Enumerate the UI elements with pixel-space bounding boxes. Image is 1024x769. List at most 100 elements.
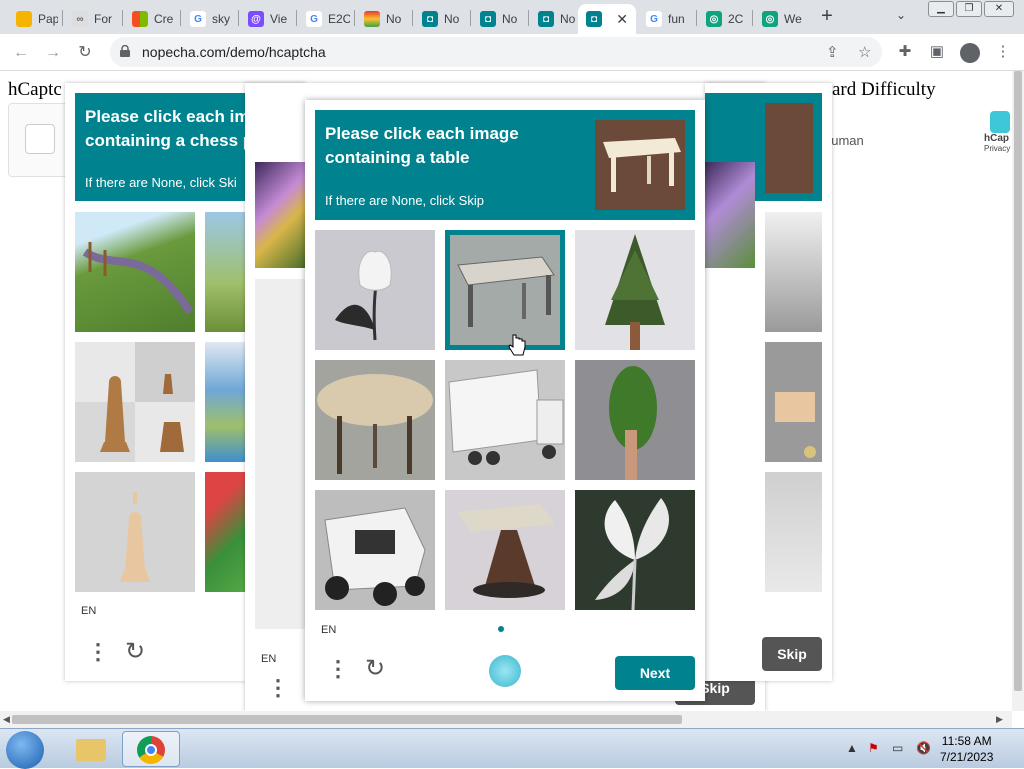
tab-label: We: [784, 12, 802, 26]
scroll-left-icon[interactable]: ◀: [3, 714, 10, 725]
privacy-link[interactable]: Privacy: [984, 144, 1010, 153]
tulip-shape: [335, 250, 392, 341]
browser-tab[interactable]: G fun: [638, 4, 692, 34]
table-shape: [457, 504, 555, 598]
grid-image-truck[interactable]: [315, 490, 435, 610]
browser-tab[interactable]: ◘ No: [530, 4, 578, 34]
more-options-icon[interactable]: ⋮: [267, 675, 289, 701]
tab-label: Cre: [154, 12, 174, 26]
browser-tab[interactable]: @ Vie: [240, 4, 292, 34]
image-bed[interactable]: [765, 342, 822, 462]
grid-image-table-selected[interactable]: [445, 230, 565, 350]
vertical-scrollbar[interactable]: [1012, 71, 1024, 711]
hand-cursor-icon: [508, 334, 526, 356]
page-heading-difficulty: ard Difficulty: [832, 79, 936, 100]
share-icon[interactable]: ⇪: [826, 43, 839, 61]
prompt-subtitle: If there are None, click Skip: [325, 193, 484, 208]
reload-icon[interactable]: ↻: [74, 42, 96, 64]
grid-image-truck[interactable]: [445, 360, 565, 480]
close-window-button[interactable]: ✕: [984, 1, 1014, 17]
chrome-taskbar-button[interactable]: [122, 731, 180, 767]
image-roller-coaster[interactable]: [75, 212, 195, 332]
horizontal-scrollbar[interactable]: ◀ ▶: [0, 711, 1012, 728]
display-icon[interactable]: ▭: [892, 741, 903, 755]
restore-button[interactable]: ❐: [956, 1, 982, 17]
system-clock[interactable]: 11:58 AM 7/21/2023: [940, 733, 993, 765]
browser-tab-active[interactable]: ◘ ✕: [578, 4, 636, 34]
scroll-right-icon[interactable]: ▶: [996, 714, 1003, 725]
browser-tab[interactable]: ◎ 2C: [698, 4, 750, 34]
tray-expand-icon[interactable]: ▲: [846, 741, 858, 755]
extensions-icon[interactable]: ✚: [896, 43, 914, 61]
more-options-icon[interactable]: ⋮: [87, 639, 109, 665]
browser-tab[interactable]: G sky: [182, 4, 234, 34]
language-selector[interactable]: EN: [81, 605, 96, 617]
forward-icon[interactable]: →: [42, 42, 64, 64]
close-tab-icon[interactable]: ✕: [616, 11, 628, 28]
volume-muted-icon[interactable]: 🔇: [916, 741, 931, 755]
grid-image-tree[interactable]: [575, 230, 695, 350]
hcaptcha-hand-icon[interactable]: [489, 655, 521, 687]
language-selector[interactable]: EN: [321, 624, 336, 636]
microsoft-icon: [132, 11, 148, 27]
browser-tab[interactable]: Cre: [124, 4, 176, 34]
tab-favicon-icon: @: [248, 11, 264, 27]
browser-tab[interactable]: G E2C: [298, 4, 350, 34]
lock-icon: [120, 45, 130, 57]
example-bed-image: [765, 103, 813, 193]
menu-icon[interactable]: ⋮: [994, 43, 1012, 61]
hcaptcha-checkbox[interactable]: [25, 124, 55, 154]
challenge-panel-right: Skip: [705, 83, 832, 681]
refresh-icon[interactable]: ↻: [365, 654, 385, 683]
challenge-prompt: Please click each image containing a tab…: [315, 110, 695, 220]
image-truck[interactable]: [765, 472, 822, 592]
nopecha-icon: ◘: [538, 11, 554, 27]
image-chess-pieces[interactable]: [75, 342, 195, 462]
image-tree[interactable]: [765, 212, 822, 332]
grid-image-tulip[interactable]: [315, 230, 435, 350]
browser-tab[interactable]: ◘ No: [414, 4, 468, 34]
grid-image-flower[interactable]: [575, 490, 695, 610]
new-tab-button[interactable]: +: [816, 5, 838, 27]
minimize-button[interactable]: ▁: [928, 1, 954, 17]
tab-label: E2C: [328, 12, 350, 26]
vertical-scroll-thumb[interactable]: [1014, 71, 1022, 691]
openai-icon: ◎: [762, 11, 778, 27]
skip-button[interactable]: Skip: [762, 637, 822, 671]
browser-tab[interactable]: Pap: [8, 4, 58, 34]
hcaptcha-challenge: Please click each image containing a tab…: [305, 100, 705, 701]
image-flower[interactable]: [255, 162, 305, 268]
horizontal-scroll-thumb[interactable]: [12, 715, 682, 724]
grid-image-tree[interactable]: [575, 360, 695, 480]
example-table-image: [595, 120, 685, 210]
browser-tab[interactable]: ◎ We: [754, 4, 806, 34]
browser-tab[interactable]: ∞ For: [64, 4, 118, 34]
address-bar[interactable]: nopecha.com/demo/hcaptcha ⇪ ☆: [110, 37, 882, 67]
language-selector[interactable]: EN: [261, 653, 276, 665]
tab-label: Vie: [270, 12, 288, 26]
clock-date: 7/21/2023: [940, 750, 994, 764]
browser-tab[interactable]: ◘ No: [472, 4, 526, 34]
grid-image-round-table[interactable]: [315, 360, 435, 480]
more-options-icon[interactable]: ⋮: [327, 656, 349, 682]
profile-avatar[interactable]: [960, 43, 980, 63]
refresh-icon[interactable]: ↻: [125, 637, 145, 666]
file-explorer-button[interactable]: [62, 731, 120, 767]
image-chess-king[interactable]: [75, 472, 195, 592]
network-warning-icon[interactable]: ⚑: [868, 741, 879, 755]
tab-search-icon[interactable]: ⌄: [896, 8, 906, 22]
chess-king-icon: [120, 492, 150, 582]
start-button[interactable]: [6, 731, 44, 769]
truck-shape: [324, 507, 426, 606]
google-icon: G: [646, 11, 662, 27]
next-button[interactable]: Next: [615, 656, 695, 690]
grid-image-table[interactable]: [445, 490, 565, 610]
chess-king-icon: [75, 342, 195, 462]
table-shape: [457, 256, 555, 327]
side-panel-icon[interactable]: ▣: [928, 43, 946, 61]
tab-favicon-icon: [16, 11, 32, 27]
image-flower[interactable]: [705, 162, 755, 268]
browser-tab[interactable]: No: [356, 4, 408, 34]
back-icon[interactable]: ←: [10, 42, 32, 64]
bookmark-star-icon[interactable]: ☆: [858, 43, 871, 61]
